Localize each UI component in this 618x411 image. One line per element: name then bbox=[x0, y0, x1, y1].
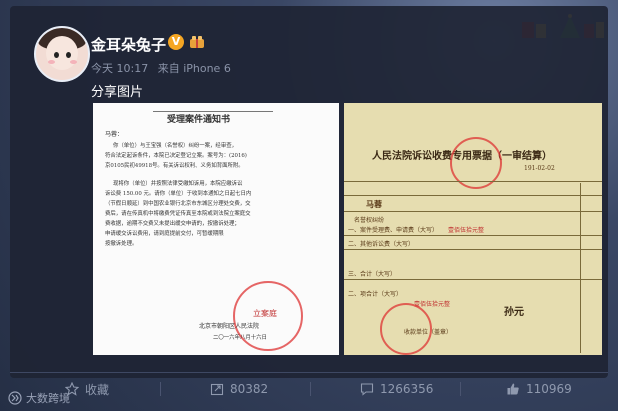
member-icon bbox=[190, 36, 204, 48]
like-button[interactable]: 110969 bbox=[506, 373, 572, 405]
doc-line: 按撤诉处理。 bbox=[105, 241, 138, 247]
watermark-text: 大数跨境 bbox=[26, 392, 70, 405]
favorite-button[interactable]: 收藏 bbox=[65, 373, 109, 405]
repost-icon bbox=[210, 383, 224, 396]
stamp-text: 立案庭 bbox=[253, 309, 277, 318]
action-bar: 收藏 80382 1266356 110969 bbox=[10, 372, 608, 405]
doc-footer: 北京市朝阳区人民法院 bbox=[199, 323, 260, 330]
doc-line: 诉讼费 150.00 元。请你（单位）于收到本通知之日起七日内 bbox=[105, 191, 252, 197]
like-count: 110969 bbox=[526, 382, 572, 396]
doc-line: 你（单位）与王宝强（名誉权）纠纷一案，经审查， bbox=[113, 143, 237, 149]
post-timestamp: 今天 10:17 bbox=[91, 62, 149, 75]
receipt-payee: 孙元 bbox=[504, 307, 524, 318]
comment-count: 1266356 bbox=[380, 382, 434, 396]
receipt-row: 名誉权纠纷 bbox=[354, 217, 385, 224]
repost-button[interactable]: 80382 bbox=[210, 373, 268, 405]
receipt-payer: 马蓉 bbox=[366, 199, 382, 209]
receipt-row: 三、合计（大写） bbox=[348, 271, 397, 278]
author-name[interactable]: 金耳朵兔子 bbox=[91, 34, 166, 55]
doc-line: 符合法定起诉条件，本院已决定登记立案。案号为：(2016) bbox=[105, 153, 247, 159]
comment-button[interactable]: 1266356 bbox=[360, 373, 433, 405]
doc-line: 申请缓交诉讼费用，请到庭提前交付，可暂缓期限 bbox=[105, 231, 224, 237]
post-meta: 今天 10:17 来自 iPhone 6 bbox=[91, 60, 237, 76]
doc-line: 京0105民初49918号。有关诉讼权利、义务如背面所附。 bbox=[105, 163, 244, 169]
doc-title: 受理案件通知书 bbox=[167, 115, 231, 125]
divider bbox=[310, 382, 311, 396]
divider bbox=[160, 382, 161, 396]
favorite-label: 收藏 bbox=[85, 382, 110, 397]
doc-line: 现将你（单位）并按照法律受缴知诉用，本院应缴诉讼 bbox=[113, 181, 243, 187]
thumbs-up-icon bbox=[507, 383, 519, 395]
watermark: 大数跨境 bbox=[8, 390, 70, 406]
verified-badge-icon: V bbox=[168, 34, 184, 50]
post-source[interactable]: 来自 iPhone 6 bbox=[158, 62, 231, 75]
post-text: 分享图片 bbox=[91, 85, 144, 100]
watermark-logo-icon bbox=[8, 391, 22, 405]
receipt-row: 二、项合计（大写） bbox=[348, 291, 403, 298]
comment-icon bbox=[360, 383, 374, 396]
doc-line: 费收据，逾期不交费又未提出缓交申请的，按撤诉处理； bbox=[105, 221, 240, 227]
doc-addressee: 马蓉： bbox=[105, 131, 124, 138]
payment-stamp bbox=[380, 303, 432, 355]
weibo-post-screen: 金耳朵兔子 V 今天 10:17 来自 iPhone 6 分享图片 受理案件通知… bbox=[0, 0, 618, 411]
receipt-amount: 壹佰伍拾元整 bbox=[448, 227, 485, 234]
doc-date: 二〇一六年八月十六日 bbox=[213, 335, 267, 341]
receipt-number: 191-02-02 bbox=[524, 165, 555, 172]
receipt-row: 一、案件受理费、申请费（大写） bbox=[348, 227, 439, 234]
notice-document-image[interactable]: 受理案件通知书 马蓉： 你（单位）与王宝强（名誉权）纠纷一案，经审查， 符合法定… bbox=[93, 103, 339, 355]
repost-count: 80382 bbox=[230, 382, 269, 396]
doc-line: 费后，请在传真机中将缴费凭证传真至本院或到法院立案庭交 bbox=[105, 211, 251, 217]
avatar[interactable] bbox=[34, 26, 90, 82]
doc-line: （节假日顺延）到中国农业银行北京市东城区分理处交费，交 bbox=[105, 201, 251, 207]
divider bbox=[460, 382, 461, 396]
fee-receipt-image[interactable]: 人民法院诉讼收费专用票据（一审结算） 191-02-02 马蓉 名誉权纠纷 一、… bbox=[344, 103, 602, 355]
receipt-row: 二、其他诉讼费（大写） bbox=[348, 241, 415, 248]
